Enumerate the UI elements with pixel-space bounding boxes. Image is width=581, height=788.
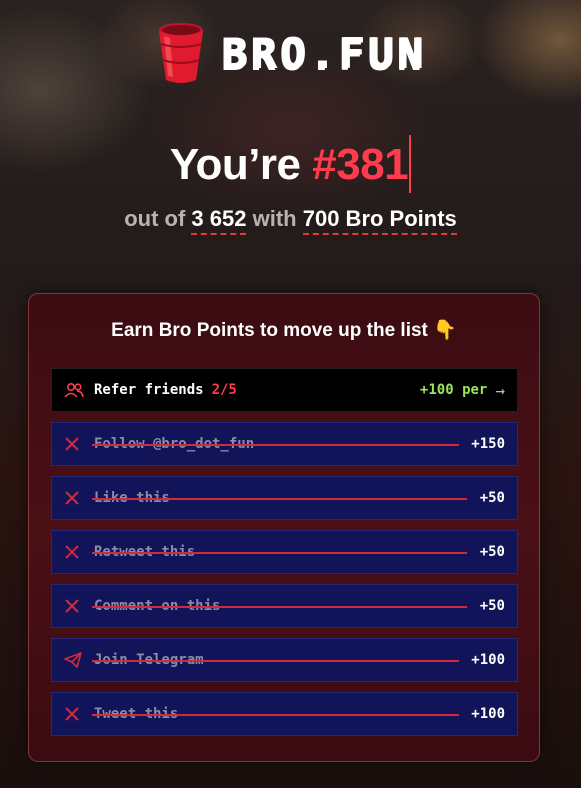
telegram-icon	[64, 649, 86, 671]
strike-line	[92, 660, 459, 662]
brand-logo-text: BRO.FUN	[220, 28, 426, 78]
total-users: 3 652	[191, 206, 247, 235]
x-icon	[64, 487, 86, 509]
rank-number: #381	[312, 140, 409, 189]
x-icon	[64, 703, 86, 725]
out-of-label: out of	[124, 206, 186, 231]
with-label: with	[252, 206, 297, 231]
task-points: +150	[471, 436, 505, 452]
refer-friends-button[interactable]: Refer friends 2/5 +100 per →	[51, 368, 518, 412]
task-like[interactable]: Like this +50	[51, 476, 518, 520]
refer-label: Refer friends	[94, 382, 204, 398]
arrow-right-icon: →	[495, 380, 505, 400]
strike-line	[92, 552, 467, 554]
text-caret	[409, 135, 412, 194]
x-icon	[64, 541, 86, 563]
x-icon	[64, 433, 86, 455]
task-tweet[interactable]: Tweet this +100	[51, 692, 518, 736]
red-cup-icon	[158, 23, 203, 83]
header: BRO.FUN	[0, 22, 581, 84]
task-points: +50	[479, 598, 505, 614]
rank-prefix: You’re	[169, 140, 301, 189]
task-follow[interactable]: Follow @bro_dot_fun +150	[51, 422, 518, 466]
users-icon	[64, 379, 86, 401]
user-points: 700 Bro Points	[302, 206, 457, 235]
strike-line	[92, 498, 467, 500]
tasks-panel: Earn Bro Points to move up the list 👇 Re…	[28, 293, 540, 762]
task-points: +50	[479, 490, 505, 506]
rank-heading: You’re #381	[0, 135, 581, 194]
rank-summary: out of 3 652 with 700 Bro Points	[0, 206, 581, 235]
panel-title: Earn Bro Points to move up the list 👇	[111, 320, 457, 341]
strike-line	[92, 606, 467, 608]
task-comment[interactable]: Comment on this +50	[51, 584, 518, 628]
task-points: +100	[471, 652, 505, 668]
strike-line	[92, 714, 459, 716]
refer-count: 2/5	[211, 382, 237, 398]
task-retweet[interactable]: Retweet this +50	[51, 530, 518, 574]
task-points: +100	[471, 706, 505, 722]
refer-reward: +100 per	[419, 382, 488, 398]
task-telegram[interactable]: Join Telegram +100	[51, 638, 518, 682]
x-icon	[64, 595, 86, 617]
task-points: +50	[479, 544, 505, 560]
strike-line	[92, 444, 459, 446]
